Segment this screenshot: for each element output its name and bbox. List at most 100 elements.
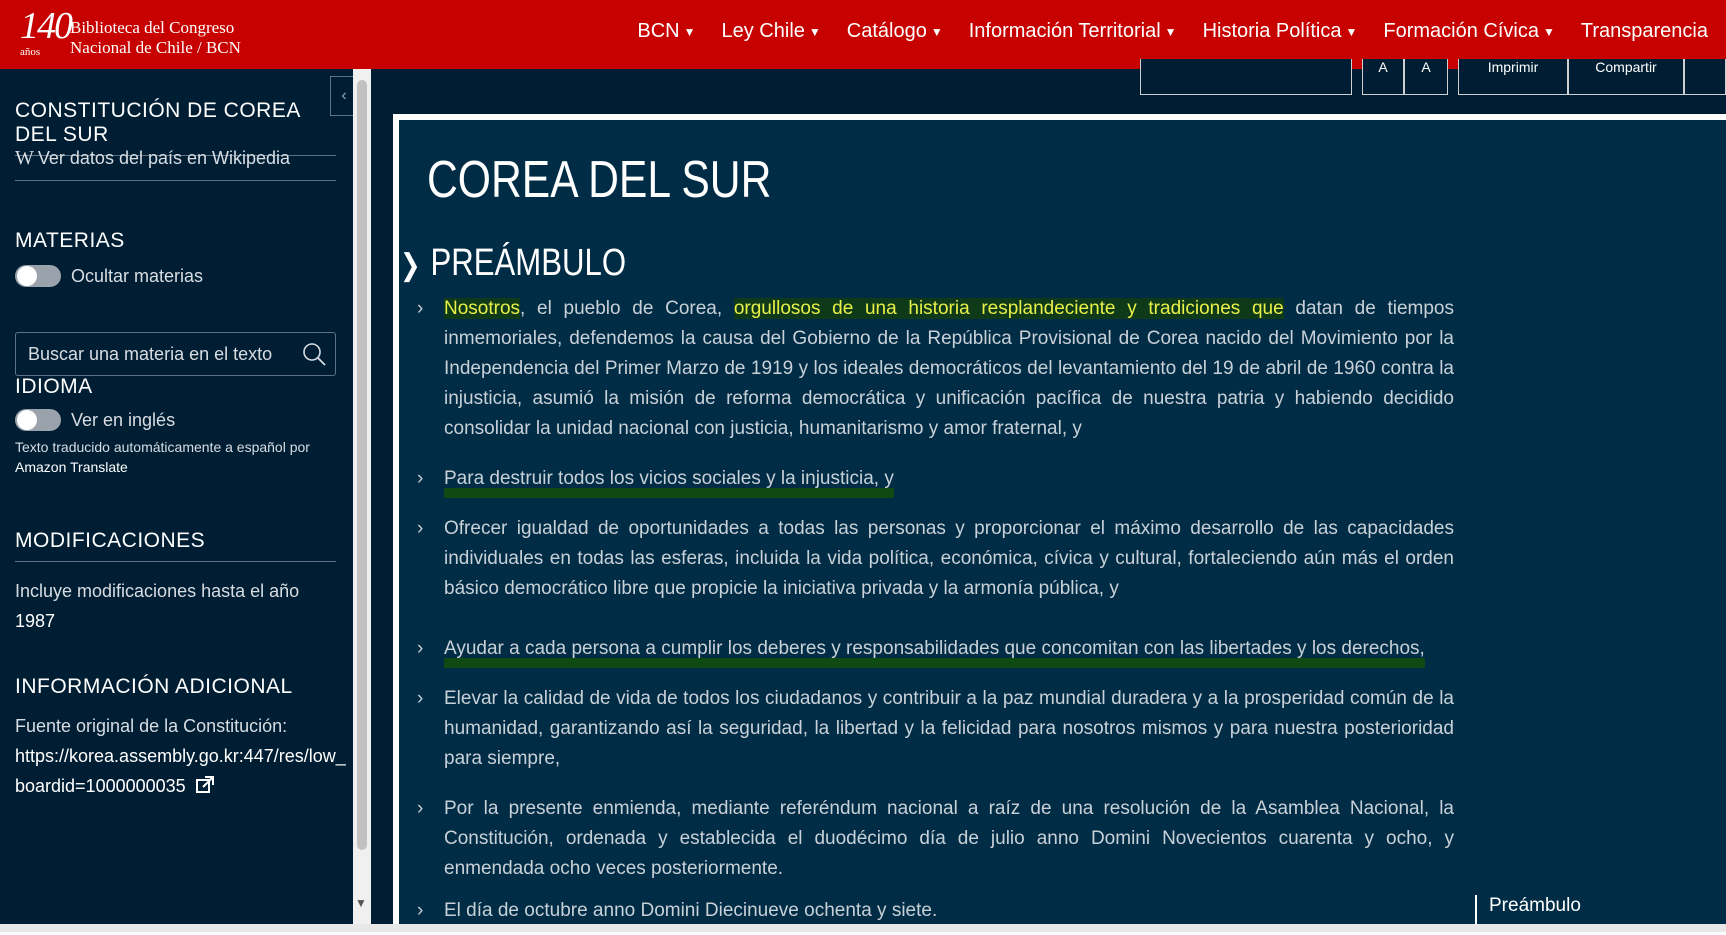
search-placeholder: Buscar una materia en el texto — [28, 343, 273, 364]
idioma-block: IDIOMA Ver en inglés Texto traducido aut… — [15, 375, 336, 475]
toggle-knob — [17, 266, 37, 286]
wikipedia-icon: W — [15, 147, 34, 169]
toc-label: Preámbulo — [1489, 895, 1581, 916]
caret-down-icon: ▼ — [930, 24, 943, 39]
paragraph-text: Nosotros, el pueblo de Corea, orgullosos… — [421, 294, 1454, 444]
sidebar: CONSTITUCIÓN DE COREA DEL SUR W Ver datos… — [0, 69, 353, 924]
nav-item-formacion-civica[interactable]: Formación Cívica ▼ — [1383, 20, 1555, 43]
nav-label: Formación Cívica — [1383, 20, 1539, 42]
caret-down-icon: ▼ — [683, 24, 696, 39]
preamble-paragraph: › El día de octubre anno Domini Diecinue… — [417, 896, 1454, 926]
paragraph-text: Ayudar a cada persona a cumplir los debe… — [444, 638, 1425, 659]
chevron-right-icon: ❯ — [400, 249, 421, 282]
wiki-link-block: W Ver datos del país en Wikipedia — [15, 147, 336, 181]
share-label: Compartir — [1595, 59, 1657, 75]
paragraph-text: Elevar la calidad de vida de todos los c… — [444, 688, 1454, 769]
toggle-knob — [17, 410, 37, 430]
nav-label: BCN — [637, 20, 680, 42]
section-title-row[interactable]: ❯ PREÁMBULO — [400, 242, 626, 285]
translate-service: Amazon Translate — [15, 459, 128, 475]
logo-line2: Nacional de Chile / BCN — [70, 38, 241, 57]
preamble-paragraph: › Por la presente enmienda, mediante ref… — [417, 794, 1454, 884]
modificaciones-year: 1987 — [15, 611, 56, 631]
logo-years: años — [20, 46, 41, 58]
modificaciones-block: MODIFICACIONES Incluye modificaciones ha… — [15, 529, 336, 636]
logo-line1: Biblioteca del Congreso — [70, 18, 235, 37]
decrease-font-button[interactable]: A — [1362, 59, 1404, 95]
idioma-title: IDIOMA — [15, 375, 93, 398]
info-title: INFORMACIÓN ADICIONAL — [15, 675, 293, 698]
wiki-link[interactable]: W Ver datos del país en Wikipedia — [15, 147, 336, 180]
nav-item-ley-chile[interactable]: Ley Chile ▼ — [722, 20, 821, 43]
highlighted-text: orgullosos de una historia resplandecien… — [733, 298, 1284, 319]
info-block: INFORMACIÓN ADICIONAL Fuente original de… — [15, 675, 355, 801]
bcn-logo[interactable]: 140 años Biblioteca del Congreso Naciona… — [12, 4, 262, 64]
logo-number: 140 — [20, 5, 73, 47]
print-button[interactable]: Imprimir — [1458, 59, 1568, 95]
caret-down-icon: ▼ — [1345, 24, 1358, 39]
hide-materias-toggle[interactable] — [15, 265, 61, 287]
share-button[interactable]: Compartir — [1568, 59, 1684, 95]
paragraph-text: Ofrecer igualdad de oportunidades a toda… — [444, 518, 1454, 599]
preamble-paragraph: › Nosotros, el pueblo de Corea, orgullos… — [417, 294, 1454, 444]
divider — [15, 561, 336, 562]
sidebar-scrollbar-thumb[interactable] — [357, 80, 367, 850]
preamble-paragraph: › Elevar la calidad de vida de todos los… — [417, 684, 1454, 774]
info-url-line1[interactable]: https://korea.assembly.go.kr:447/res/low… — [15, 741, 353, 771]
materia-search-input[interactable]: Buscar una materia en el texto — [15, 332, 336, 376]
paragraph-text: El día de octubre anno Domini Diecinueve… — [444, 900, 938, 921]
preamble-paragraph: › Ayudar a cada persona a cumplir los de… — [417, 634, 1454, 664]
nav-label: Catálogo — [846, 20, 927, 42]
hide-materias-row: Ocultar materias — [15, 265, 336, 287]
nav-item-historia-politica[interactable]: Historia Política ▼ — [1203, 20, 1358, 43]
chevron-right-icon[interactable]: › — [417, 294, 423, 324]
wiki-link-label: Ver datos del país en Wikipedia — [37, 148, 291, 168]
nav-label: Historia Política — [1202, 20, 1342, 42]
nav-item-informacion-territorial[interactable]: Información Territorial ▼ — [969, 20, 1177, 43]
chevron-right-icon[interactable]: › — [417, 896, 423, 926]
nav-item-bcn[interactable]: BCN ▼ — [637, 20, 695, 43]
paragraph-text: Por la presente enmienda, mediante refer… — [444, 798, 1454, 879]
external-link-icon — [195, 776, 214, 793]
nav-item-transparencia[interactable]: Transparencia — [1581, 20, 1708, 43]
nav-label: Ley Chile — [721, 20, 805, 42]
print-label: Imprimir — [1487, 59, 1539, 75]
nav-item-catalogo[interactable]: Catálogo ▼ — [847, 20, 943, 43]
preamble-paragraph: › Ofrecer igualdad de oportunidades a to… — [417, 514, 1454, 604]
caret-down-icon: ▼ — [1164, 24, 1177, 39]
country-title: COREA DEL SUR — [427, 151, 772, 209]
info-url-line2: boardid=1000000035 — [15, 776, 186, 796]
english-label: Ver en inglés — [71, 409, 176, 430]
paragraph-text-segment: , el pueblo de Corea, — [520, 298, 734, 319]
paragraph-text-segment: datan de tiempos inmemoriales, defendemo… — [444, 298, 1455, 439]
preamble-paragraph: › Para destruir todos los vicios sociale… — [417, 464, 1454, 494]
zoom-control[interactable] — [1140, 59, 1352, 95]
section-title: PREÁMBULO — [430, 242, 627, 284]
chevron-right-icon[interactable]: › — [417, 464, 423, 494]
chevron-left-icon: ‹ — [341, 87, 347, 104]
scroll-down-arrow-icon[interactable]: ▼ — [355, 896, 367, 910]
english-row: Ver en inglés — [15, 409, 336, 431]
nav-label: Información Territorial — [968, 20, 1161, 42]
modificaciones-title: MODIFICACIONES — [15, 529, 206, 552]
search-icon[interactable] — [301, 341, 327, 367]
main-nav: BCN ▼ Ley Chile ▼ Catálogo ▼ Información Te… — [611, 20, 1708, 43]
increase-font-button[interactable]: A — [1404, 59, 1448, 95]
english-toggle[interactable] — [15, 409, 61, 431]
highlighted-text: Nosotros — [444, 298, 521, 319]
translate-note: Texto traducido automáticamente a españo… — [15, 439, 310, 455]
info-source-label: Fuente original de la Constitución: — [15, 716, 288, 736]
document-toolbar: A A Imprimir Compartir — [1140, 59, 1726, 95]
caret-down-icon: ▼ — [808, 24, 821, 39]
nav-label: Transparencia — [1580, 20, 1708, 42]
chevron-right-icon[interactable]: › — [417, 634, 423, 664]
hide-materias-label: Ocultar materias — [71, 265, 204, 286]
paragraph-text: Para destruir todos los vicios sociales … — [444, 468, 894, 489]
more-button[interactable] — [1684, 59, 1726, 95]
info-url-line2-row[interactable]: boardid=1000000035 — [15, 771, 355, 801]
chevron-right-icon[interactable]: › — [417, 794, 423, 824]
chevron-right-icon[interactable]: › — [417, 514, 423, 544]
chevron-right-icon[interactable]: › — [417, 684, 423, 714]
materias-block: MATERIAS Ocultar materias — [15, 229, 336, 287]
caret-down-icon: ▼ — [1543, 24, 1555, 39]
